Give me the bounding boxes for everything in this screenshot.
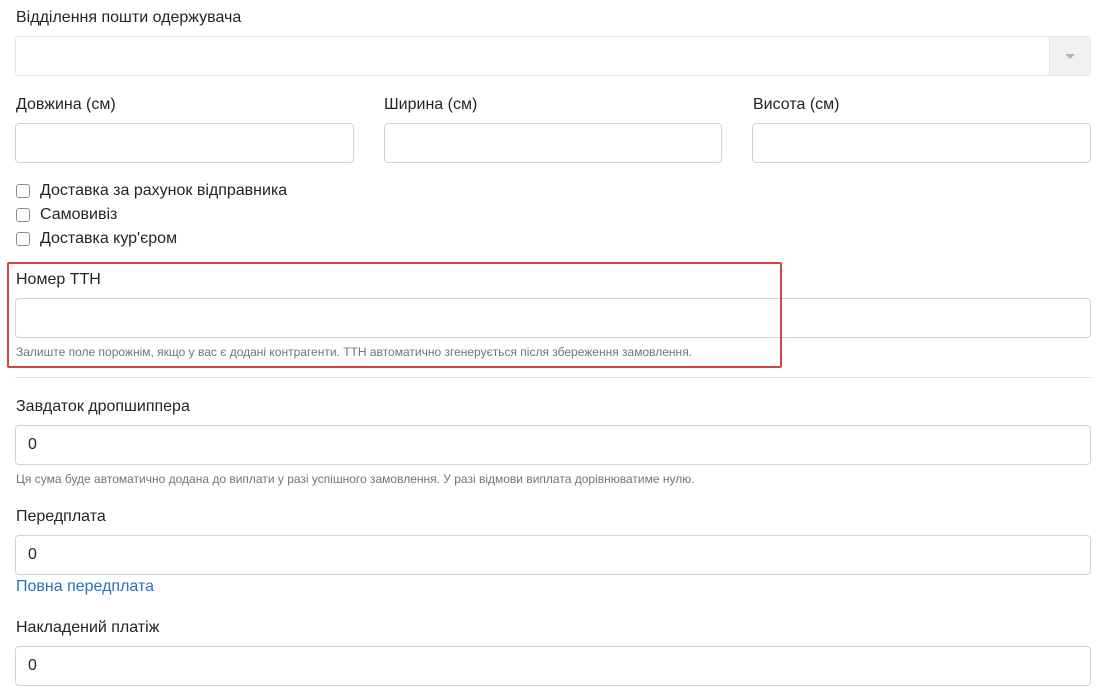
branch-label: Відділення пошти одержувача xyxy=(16,9,242,26)
width-input[interactable] xyxy=(384,123,722,163)
pickup-checkbox[interactable] xyxy=(16,208,30,222)
cod-input[interactable] xyxy=(15,646,1091,686)
length-label: Довжина (см) xyxy=(16,96,116,113)
section-divider xyxy=(15,377,1091,378)
height-input[interactable] xyxy=(752,123,1091,163)
branch-select-toggle[interactable] xyxy=(1049,37,1090,75)
courier-checkbox[interactable] xyxy=(16,232,30,246)
sender-pays-option[interactable]: Доставка за рахунок відправника xyxy=(16,181,287,201)
sender-pays-label: Доставка за рахунок відправника xyxy=(40,182,288,199)
full-prepayment-link[interactable]: Повна передплата xyxy=(16,577,154,597)
prepayment-label: Передплата xyxy=(16,508,106,525)
sender-pays-checkbox[interactable] xyxy=(16,184,30,198)
ttn-input[interactable] xyxy=(15,298,1091,338)
prepayment-input[interactable] xyxy=(15,535,1091,575)
ttn-help-text: Залиште поле порожнім, якщо у вас є дода… xyxy=(16,345,693,359)
caret-down-icon xyxy=(1065,54,1075,59)
ttn-label: Номер ТТН xyxy=(16,271,101,288)
deposit-help-text: Ця сума буде автоматично додана до випла… xyxy=(16,472,695,486)
branch-select[interactable] xyxy=(15,36,1091,76)
pickup-label: Самовивіз xyxy=(40,206,118,223)
cod-label: Накладений платіж xyxy=(16,619,160,636)
courier-label: Доставка кур'єром xyxy=(40,230,178,247)
width-label: Ширина (см) xyxy=(384,96,478,113)
courier-option[interactable]: Доставка кур'єром xyxy=(16,229,177,249)
pickup-option[interactable]: Самовивіз xyxy=(16,205,117,225)
length-input[interactable] xyxy=(15,123,354,163)
height-label: Висота (см) xyxy=(753,96,840,113)
deposit-input[interactable] xyxy=(15,425,1091,465)
deposit-label: Завдаток дропшиппера xyxy=(16,398,190,415)
